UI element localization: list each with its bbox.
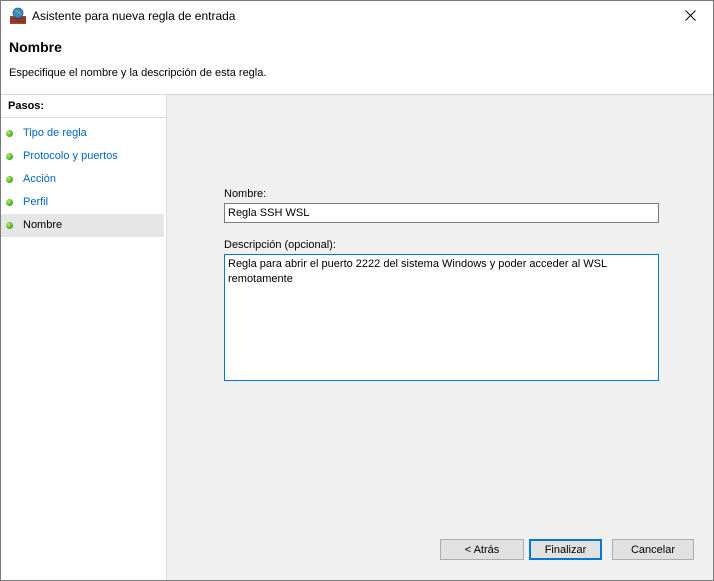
step-label: Perfil [23, 196, 49, 208]
wizard-window: Asistente para nueva regla de entrada No… [0, 0, 714, 581]
back-button[interactable]: < Atrás [440, 539, 524, 560]
window-title: Asistente para nueva regla de entrada [32, 9, 236, 23]
content-panel: Nombre: Descripción (opcional): Regla pa… [167, 95, 713, 580]
name-label: Nombre: [224, 188, 267, 200]
close-icon [684, 9, 696, 24]
page-title: Nombre [9, 39, 62, 55]
page-subtitle: Especifique el nombre y la descripción d… [9, 67, 267, 79]
finish-button[interactable]: Finalizar [529, 539, 602, 560]
wizard-header: Nombre Especifique el nombre y la descri… [1, 32, 713, 95]
steps-sidebar: Pasos: Tipo de regla Protocolo y puertos… [1, 95, 167, 580]
step-label: Protocolo y puertos [23, 150, 118, 162]
cancel-button[interactable]: Cancelar [612, 539, 694, 560]
step-nombre: Nombre [1, 214, 164, 237]
step-perfil[interactable]: Perfil [1, 191, 164, 214]
step-complete-icon [6, 176, 13, 183]
step-complete-icon [6, 153, 13, 160]
step-label: Nombre [23, 219, 63, 231]
title-bar: Asistente para nueva regla de entrada [1, 1, 713, 32]
step-tipo-de-regla[interactable]: Tipo de regla [1, 122, 164, 145]
step-protocolo-y-puertos[interactable]: Protocolo y puertos [1, 145, 164, 168]
step-accion[interactable]: Acción [1, 168, 164, 191]
description-textarea[interactable]: Regla para abrir el puerto 2222 del sist… [224, 254, 659, 381]
step-label: Acción [23, 173, 57, 185]
name-input[interactable] [224, 203, 659, 223]
description-label: Descripción (opcional): [224, 239, 336, 251]
step-complete-icon [6, 199, 13, 206]
step-label: Tipo de regla [23, 127, 87, 139]
firewall-app-icon [9, 7, 27, 25]
steps-heading: Pasos: [1, 95, 166, 118]
step-complete-icon [6, 130, 13, 137]
step-current-icon [6, 222, 13, 229]
close-button[interactable] [667, 1, 713, 32]
